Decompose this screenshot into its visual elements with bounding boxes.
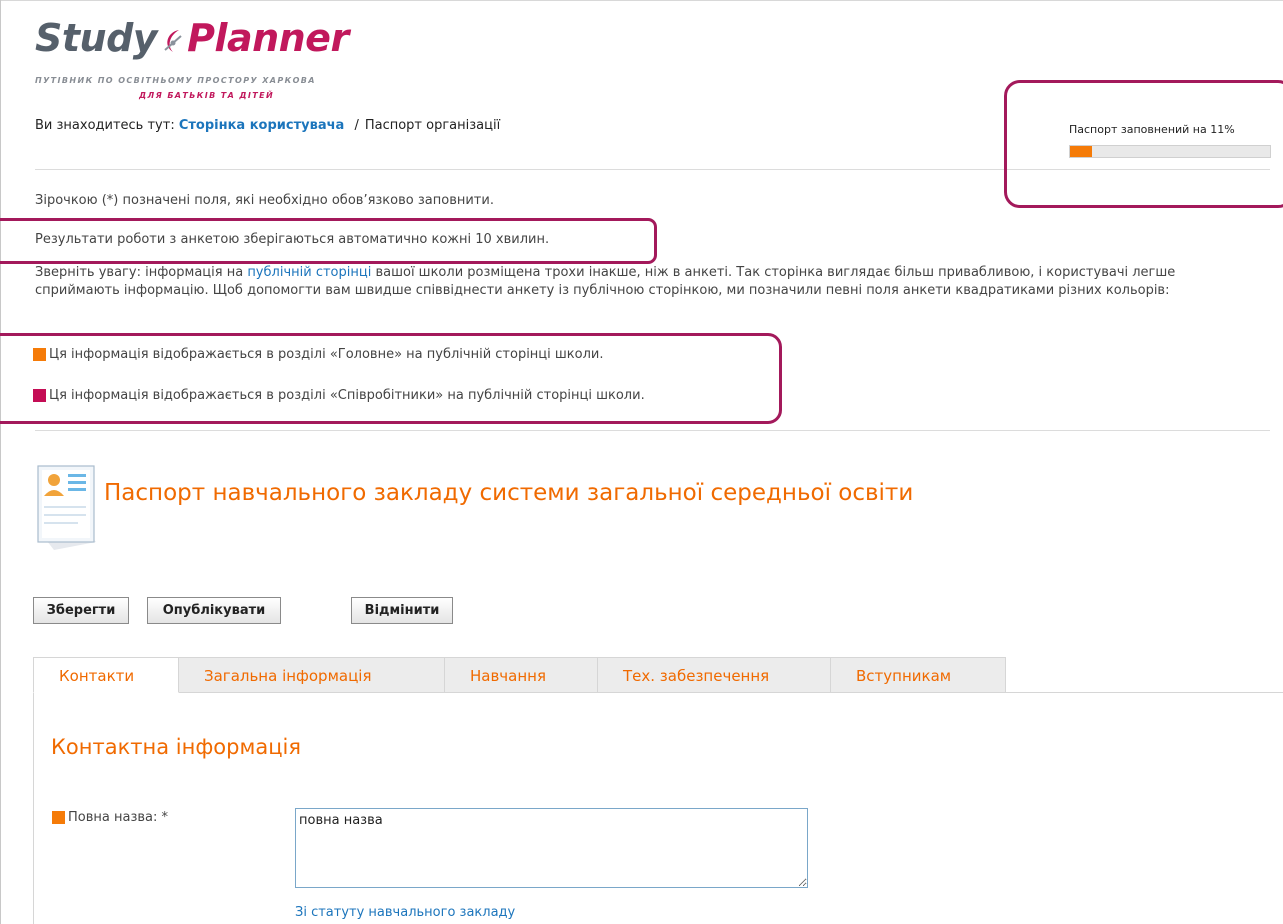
logo-word-study: Study: [35, 16, 158, 60]
public-page-link[interactable]: публічній сторінці: [247, 265, 371, 280]
autosave-note: Результати роботи з анкетою зберігаються…: [35, 232, 550, 247]
annotation-progress: [1004, 80, 1283, 208]
breadcrumb-current: Паспорт організації: [364, 118, 501, 133]
note-text-start: Зверніть увагу: інформація на: [35, 265, 248, 280]
breadcrumb-separator: /: [354, 118, 359, 133]
logo-title: Study Planner: [35, 14, 349, 62]
document-person-icon: [37, 465, 96, 550]
color-square-icon: [33, 389, 46, 402]
breadcrumb: Ви знаходитесь тут: Сторінка користувача…: [35, 118, 500, 133]
color-square-icon: [33, 348, 46, 361]
site-logo[interactable]: Study Planner ПУТІВНИК ПО ОСВІТНЬОМУ ПРО…: [35, 14, 375, 104]
full-name-hint-link[interactable]: Зі статуту навчального закладу: [295, 905, 515, 920]
section-title: Контактна інформація: [51, 735, 301, 759]
publish-button[interactable]: Опублікувати: [147, 597, 281, 624]
window-left-border: [0, 0, 1, 924]
full-name-label: Повна назва: *: [52, 810, 168, 825]
cancel-button[interactable]: Відмінити: [351, 597, 453, 624]
compass-star-icon: [164, 29, 182, 52]
full-name-label-text: Повна назва: *: [68, 810, 169, 825]
required-fields-note: Зірочкою (*) позначені поля, які необхід…: [35, 193, 494, 208]
public-page-note: Зверніть увагу: інформація на публічній …: [35, 264, 1260, 300]
progress-label: Паспорт заповнений на 11%: [1069, 123, 1235, 136]
breadcrumb-link-user-page[interactable]: Сторінка користувача: [179, 118, 344, 133]
legend-item-staff: Ця інформація відображається в розділі «…: [33, 388, 645, 403]
save-button[interactable]: Зберегти: [33, 597, 129, 624]
legend-text: Ця інформація відображається в розділі «…: [49, 347, 604, 362]
logo-tagline-2: ДЛЯ БАТЬКІВ ТА ДІТЕЙ: [139, 91, 275, 100]
logo-word-planner: Planner: [187, 16, 349, 60]
tab-tech-support[interactable]: Тех. забезпечення: [598, 657, 831, 693]
divider: [35, 430, 1270, 431]
legend-text: Ця інформація відображається в розділі «…: [49, 388, 645, 403]
legend-item-main: Ця інформація відображається в розділі «…: [33, 347, 604, 362]
tab-admission[interactable]: Вступникам: [831, 657, 1006, 693]
color-square-icon: [52, 811, 65, 824]
breadcrumb-prefix: Ви знаходитесь тут:: [35, 118, 175, 133]
tab-general-info[interactable]: Загальна інформація: [179, 657, 445, 693]
window-top-border: [0, 0, 1283, 1]
page-title: Паспорт навчального закладу системи зага…: [104, 480, 914, 506]
divider: [35, 169, 1270, 170]
tab-contacts[interactable]: Контакти: [33, 657, 179, 693]
progress-bar-fill: [1070, 146, 1092, 157]
progress-bar: [1069, 145, 1271, 158]
tab-bar: Контакти Загальна інформація Навчання Те…: [33, 657, 1006, 693]
tab-education[interactable]: Навчання: [445, 657, 598, 693]
full-name-textarea[interactable]: повна назва: [295, 808, 808, 888]
logo-tagline: ПУТІВНИК ПО ОСВІТНЬОМУ ПРОСТОРУ ХАРКОВА: [35, 76, 316, 85]
